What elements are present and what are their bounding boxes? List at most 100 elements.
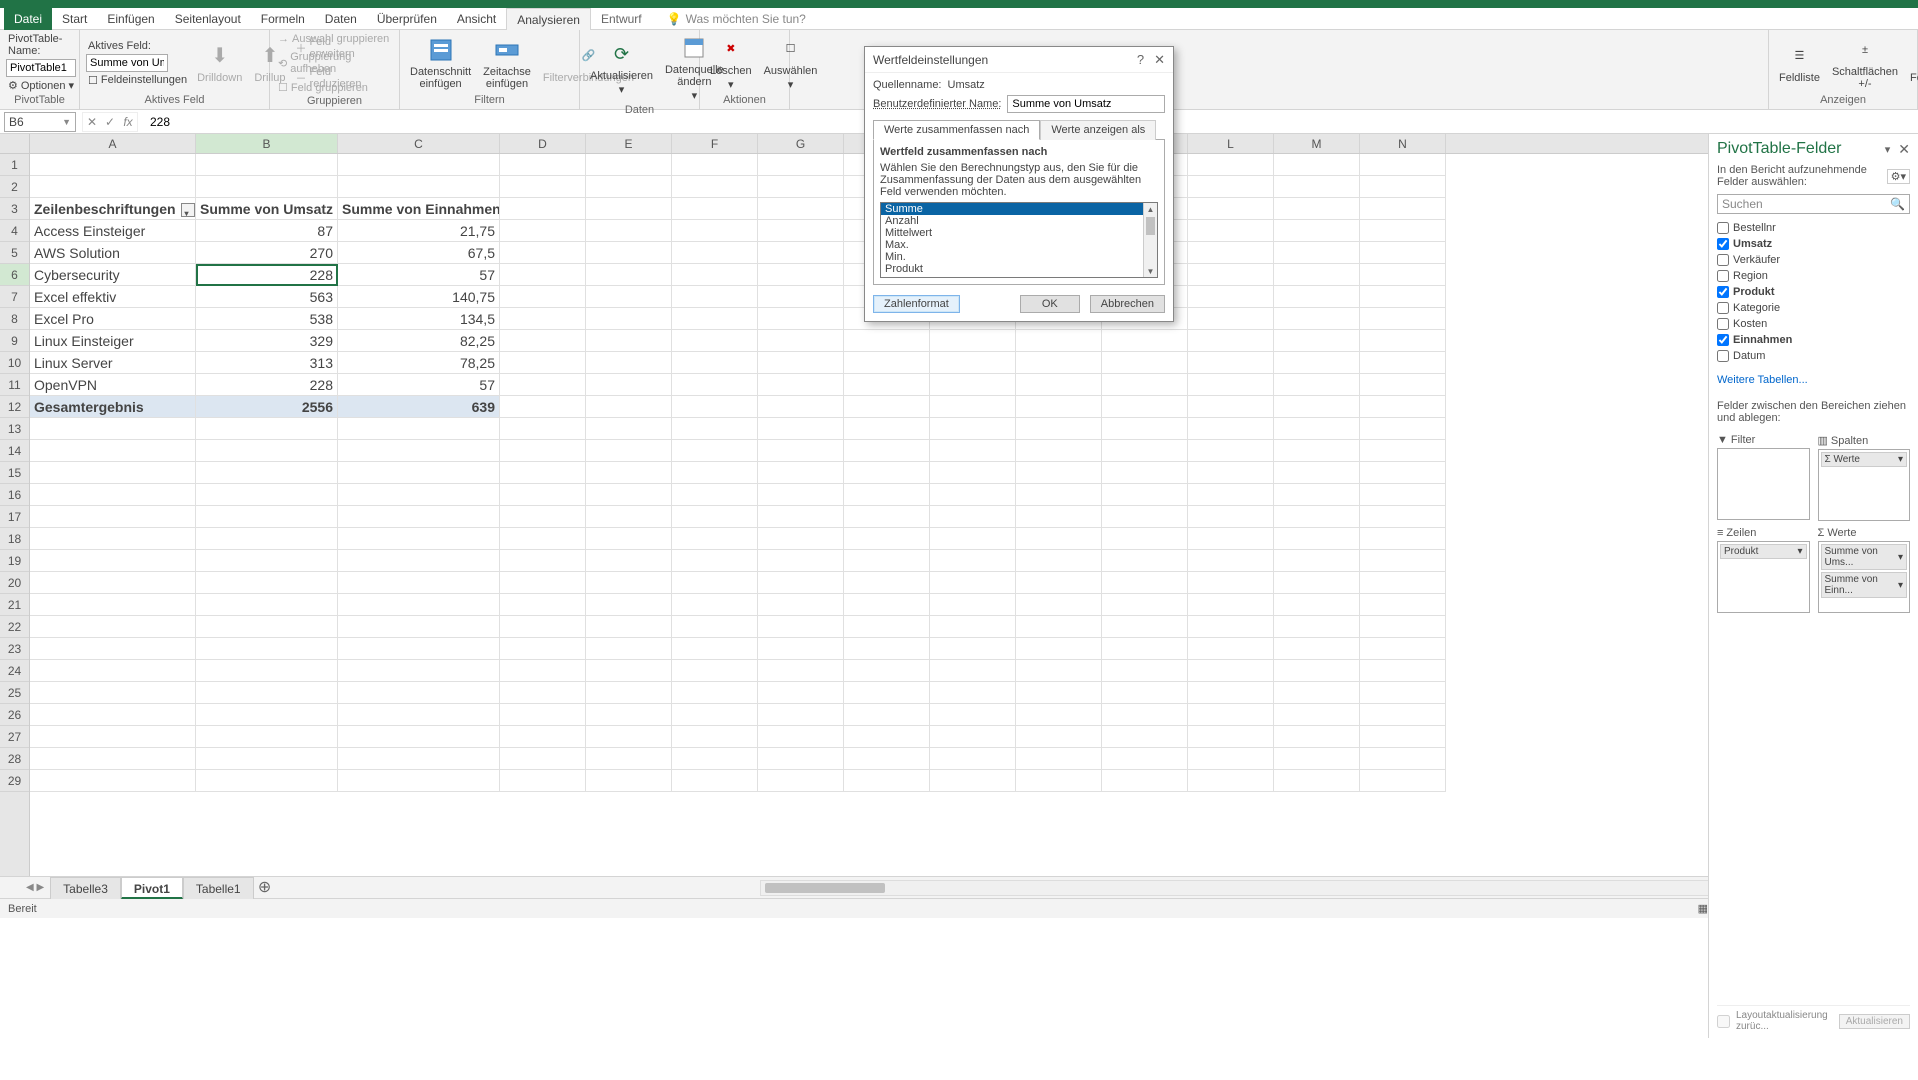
insert-timeline-button[interactable]: Zeitachse einfügen [479,34,535,92]
calculation-listbox[interactable]: Summe Anzahl Mittelwert Max. Min. Produk… [880,202,1158,278]
cell-L14[interactable] [1188,440,1274,462]
cell-F3[interactable] [672,198,758,220]
cell-K22[interactable] [1102,616,1188,638]
cell-L8[interactable] [1188,308,1274,330]
column-header-N[interactable]: N [1360,134,1446,153]
row-header-17[interactable]: 17 [0,506,29,528]
cell-A23[interactable] [30,638,196,660]
cell-K16[interactable] [1102,484,1188,506]
cell-G7[interactable] [758,286,844,308]
cell-J15[interactable] [1016,462,1102,484]
cell-H18[interactable] [844,528,930,550]
cell-M24[interactable] [1274,660,1360,682]
ok-button[interactable]: OK [1020,295,1080,313]
cell-J20[interactable] [1016,572,1102,594]
cell-J11[interactable] [1016,374,1102,396]
row-header-8[interactable]: 8 [0,308,29,330]
row-header-25[interactable]: 25 [0,682,29,704]
cell-D11[interactable] [500,374,586,396]
cell-K17[interactable] [1102,506,1188,528]
cell-K28[interactable] [1102,748,1188,770]
cell-L3[interactable] [1188,198,1274,220]
cell-B19[interactable] [196,550,338,572]
cell-E17[interactable] [586,506,672,528]
cell-C27[interactable] [338,726,500,748]
cell-G4[interactable] [758,220,844,242]
field-region[interactable]: Region [1717,268,1910,284]
cell-D1[interactable] [500,154,586,176]
cell-G18[interactable] [758,528,844,550]
cell-F23[interactable] [672,638,758,660]
cell-F29[interactable] [672,770,758,792]
option-product[interactable]: Produkt [881,263,1157,275]
cell-B26[interactable] [196,704,338,726]
cell-M8[interactable] [1274,308,1360,330]
cell-M11[interactable] [1274,374,1360,396]
cell-G21[interactable] [758,594,844,616]
column-header-E[interactable]: E [586,134,672,153]
cell-A26[interactable] [30,704,196,726]
cell-N15[interactable] [1360,462,1446,484]
cell-L11[interactable] [1188,374,1274,396]
cell-D28[interactable] [500,748,586,770]
cancel-button[interactable]: Abbrechen [1090,295,1165,313]
buttons-toggle[interactable]: ± Schaltflächen +/- [1828,34,1902,92]
row-header-29[interactable]: 29 [0,770,29,792]
row-header-21[interactable]: 21 [0,594,29,616]
cell-C11[interactable]: 57 [338,374,500,396]
cell-J9[interactable] [1016,330,1102,352]
cell-L4[interactable] [1188,220,1274,242]
cell-B11[interactable]: 228 [196,374,338,396]
cell-I11[interactable] [930,374,1016,396]
cell-D25[interactable] [500,682,586,704]
field-produkt[interactable]: Produkt [1717,284,1910,300]
cell-G1[interactable] [758,154,844,176]
tab-review[interactable]: Überprüfen [367,8,447,30]
cell-D7[interactable] [500,286,586,308]
cell-D20[interactable] [500,572,586,594]
cell-K19[interactable] [1102,550,1188,572]
cell-E8[interactable] [586,308,672,330]
cell-N2[interactable] [1360,176,1446,198]
cell-C19[interactable] [338,550,500,572]
cell-A24[interactable] [30,660,196,682]
cell-G14[interactable] [758,440,844,462]
cell-D21[interactable] [500,594,586,616]
cell-L22[interactable] [1188,616,1274,638]
cell-A7[interactable]: Excel effektiv [30,286,196,308]
cell-N28[interactable] [1360,748,1446,770]
close-icon[interactable]: ✕ [1154,52,1165,68]
cell-B18[interactable] [196,528,338,550]
column-header-A[interactable]: A [30,134,196,153]
cell-J14[interactable] [1016,440,1102,462]
tab-data[interactable]: Daten [315,8,367,30]
cell-J24[interactable] [1016,660,1102,682]
cell-E2[interactable] [586,176,672,198]
cell-N14[interactable] [1360,440,1446,462]
tab-start[interactable]: Start [52,8,97,30]
cell-N3[interactable] [1360,198,1446,220]
cell-A10[interactable]: Linux Server [30,352,196,374]
cell-I13[interactable] [930,418,1016,440]
column-header-B[interactable]: B [196,134,338,153]
cell-D19[interactable] [500,550,586,572]
cell-B17[interactable] [196,506,338,528]
cell-K21[interactable] [1102,594,1188,616]
cell-M27[interactable] [1274,726,1360,748]
cell-H16[interactable] [844,484,930,506]
cell-C16[interactable] [338,484,500,506]
cell-M2[interactable] [1274,176,1360,198]
cell-C6[interactable]: 57 [338,264,500,286]
cell-E12[interactable] [586,396,672,418]
row-header-15[interactable]: 15 [0,462,29,484]
cell-G25[interactable] [758,682,844,704]
cell-C24[interactable] [338,660,500,682]
cell-N12[interactable] [1360,396,1446,418]
cell-L15[interactable] [1188,462,1274,484]
cell-B22[interactable] [196,616,338,638]
cell-E3[interactable] [586,198,672,220]
cell-B8[interactable]: 538 [196,308,338,330]
cell-M9[interactable] [1274,330,1360,352]
row-header-28[interactable]: 28 [0,748,29,770]
cell-K10[interactable] [1102,352,1188,374]
